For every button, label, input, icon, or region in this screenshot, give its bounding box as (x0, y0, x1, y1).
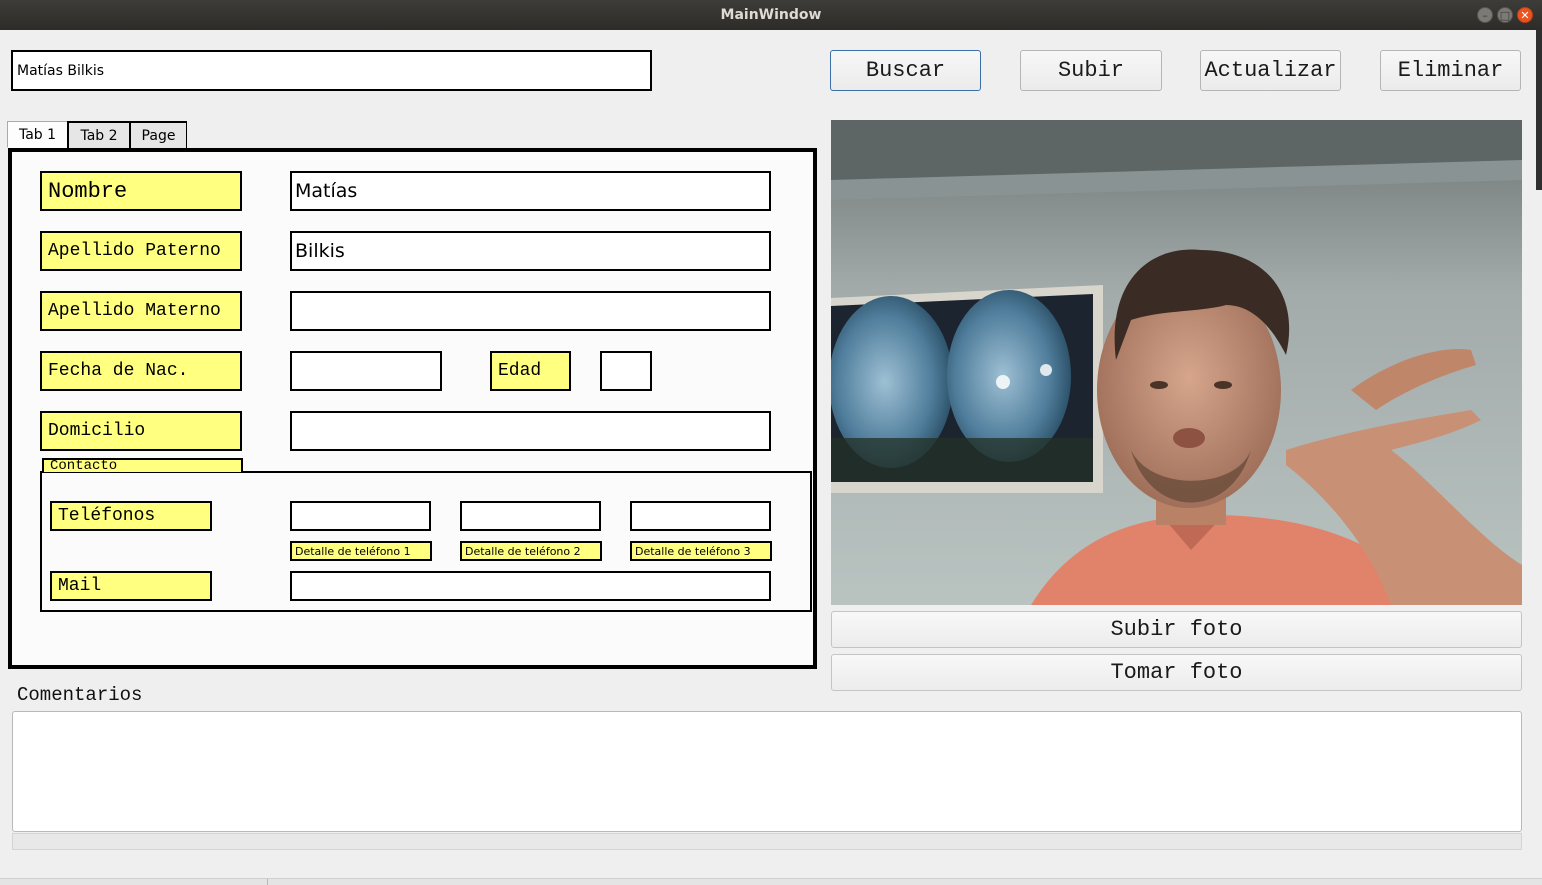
status-bar-separator (267, 879, 268, 885)
telefono-2-field[interactable] (460, 501, 601, 531)
domicilio-label: Domicilio (40, 411, 242, 451)
search-input[interactable]: Matías Bilkis (11, 50, 652, 91)
tab-2[interactable]: Tab 2 (67, 121, 130, 149)
photo-preview (831, 120, 1522, 605)
edad-label: Edad (490, 351, 571, 391)
telefono-3-field[interactable] (630, 501, 771, 531)
apellido-materno-field[interactable] (290, 291, 771, 331)
horizontal-scrollbar[interactable] (12, 833, 1522, 850)
tab-1[interactable]: Tab 1 (7, 121, 68, 148)
status-bar (0, 878, 1542, 885)
domicilio-field[interactable] (290, 411, 771, 451)
contacto-title: Contacto (42, 458, 243, 472)
fecha-nac-label: Fecha de Nac. (40, 351, 242, 391)
nombre-field[interactable]: Matías (290, 171, 771, 211)
telefono-2-detail: Detalle de teléfono 2 (460, 541, 602, 561)
subir-foto-button[interactable]: Subir foto (831, 611, 1522, 648)
telefono-1-field[interactable] (290, 501, 431, 531)
mail-label: Mail (50, 571, 212, 601)
tab-page[interactable]: Page (129, 121, 187, 149)
apellido-paterno-field[interactable]: Bilkis (290, 231, 771, 271)
maximize-icon[interactable]: □ (1497, 7, 1513, 23)
telefono-1-detail: Detalle de teléfono 1 (290, 541, 432, 561)
mail-field[interactable] (290, 571, 771, 601)
window-title: MainWindow (720, 7, 822, 23)
comentarios-label: Comentarios (17, 684, 143, 706)
apellido-paterno-label: Apellido Paterno (40, 231, 242, 271)
tab-bar: Tab 1 Tab 2 Page (7, 121, 187, 149)
fecha-nac-field[interactable] (290, 351, 442, 391)
telefono-3-detail: Detalle de teléfono 3 (630, 541, 772, 561)
comentarios-textarea[interactable] (12, 711, 1522, 832)
subir-button[interactable]: Subir (1020, 50, 1162, 91)
window-titlebar: MainWindow – □ ✕ (0, 0, 1542, 30)
tomar-foto-button[interactable]: Tomar foto (831, 654, 1522, 691)
actualizar-button[interactable]: Actualizar (1200, 50, 1341, 91)
nombre-label: Nombre (40, 171, 242, 211)
minimize-icon[interactable]: – (1477, 7, 1493, 23)
vertical-scrollbar[interactable] (1536, 30, 1542, 190)
telefonos-label: Teléfonos (50, 501, 212, 531)
close-icon[interactable]: ✕ (1517, 7, 1533, 23)
eliminar-button[interactable]: Eliminar (1380, 50, 1521, 91)
edad-field[interactable] (600, 351, 652, 391)
buscar-button[interactable]: Buscar (830, 50, 981, 91)
apellido-materno-label: Apellido Materno (40, 291, 242, 331)
